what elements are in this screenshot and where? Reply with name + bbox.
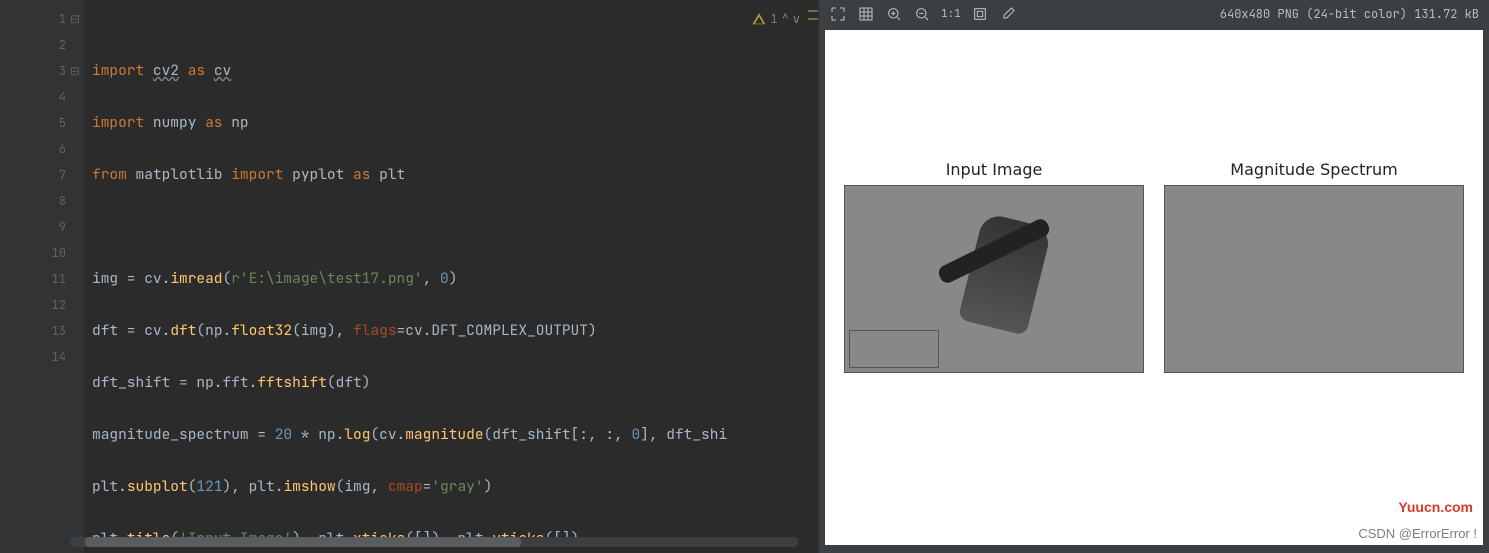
plot-magnitude-spectrum: Magnitude Spectrum (1164, 160, 1464, 373)
fold-icon[interactable]: ⊟ (70, 58, 80, 84)
plot-title: Magnitude Spectrum (1230, 160, 1397, 179)
plot-image (1164, 185, 1464, 373)
line-number: 13 (6, 318, 66, 344)
watermark: CSDN @ErrorError ! (1358, 526, 1477, 541)
line-number: 7 (6, 162, 66, 188)
line-number: 11 (6, 266, 66, 292)
fold-icon[interactable]: ⊟ (70, 6, 80, 32)
zoom-in-icon[interactable] (885, 5, 903, 23)
line-number: 4 (6, 84, 66, 110)
line-number: 14 (6, 344, 66, 370)
line-number: 9 (6, 214, 66, 240)
fullscreen-icon[interactable] (829, 5, 847, 23)
code-text-area[interactable]: 1 ^ v import cv2 as cv import numpy as n… (84, 0, 818, 553)
warning-count: 1 (770, 6, 777, 32)
image-info-label: 640x480 PNG (24-bit color) 131.72 kB (1220, 6, 1479, 22)
zoom-scale-label: 1:1 (941, 7, 961, 21)
viewer-toolbar: 1:1 640x480 PNG (24-bit color) 131.72 kB (819, 0, 1489, 28)
line-number: 1 (6, 6, 66, 32)
plot-title: Input Image (946, 160, 1043, 179)
line-number: 5 (6, 110, 66, 136)
line-number: 2 (6, 32, 66, 58)
scrollbar-thumb[interactable] (85, 537, 522, 547)
error-stripe[interactable] (804, 0, 818, 553)
fit-icon[interactable] (971, 5, 989, 23)
caret-up-icon: ^ (782, 6, 789, 32)
line-number: 8 (6, 188, 66, 214)
warning-icon (752, 12, 766, 26)
line-number-gutter: ⊟ ⊟ 1 2 3 4 5 6 7 8 9 10 11 12 13 14 (0, 0, 84, 553)
zoom-out-icon[interactable] (913, 5, 931, 23)
plot-input-image: Input Image (844, 160, 1144, 373)
horizontal-scrollbar[interactable] (70, 537, 798, 547)
line-number: 12 (6, 292, 66, 318)
image-viewer-pane: 1:1 640x480 PNG (24-bit color) 131.72 kB… (818, 0, 1489, 553)
plot-image (844, 185, 1144, 373)
inspection-widget[interactable]: 1 ^ v (752, 6, 800, 32)
caret-down-icon: v (793, 6, 800, 32)
watermark: Yuucn.com (1398, 499, 1473, 515)
viewer-canvas[interactable]: Input Image Magnitude Spectrum Yuucn.com… (825, 30, 1483, 545)
line-number: 6 (6, 136, 66, 162)
code-editor-pane: ⊟ ⊟ 1 2 3 4 5 6 7 8 9 10 11 12 13 14 (0, 0, 818, 553)
line-number: 3 (6, 58, 66, 84)
color-picker-icon[interactable] (999, 5, 1017, 23)
line-number: 10 (6, 240, 66, 266)
grid-icon[interactable] (857, 5, 875, 23)
